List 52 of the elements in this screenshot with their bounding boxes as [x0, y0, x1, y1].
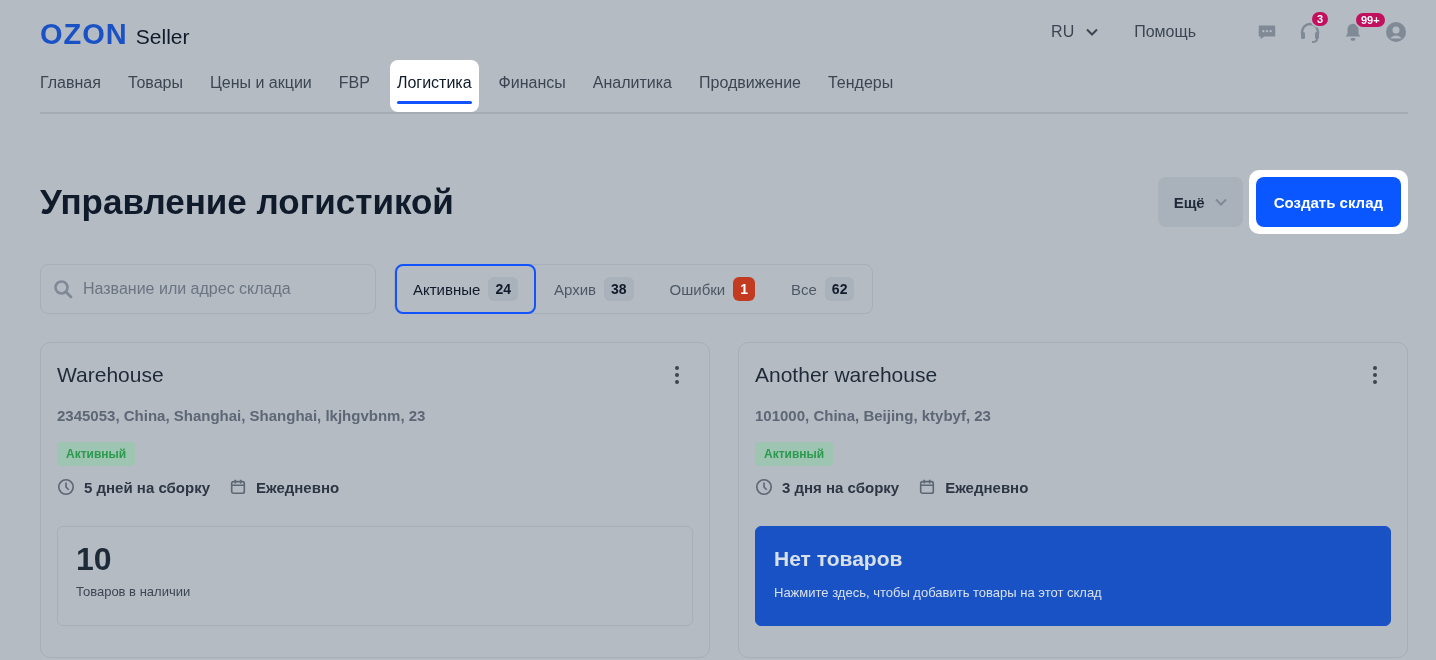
filter-tab[interactable]: Все 62: [773, 264, 873, 314]
stock-caption: Товаров в наличии: [76, 584, 192, 599]
warehouse-address: 2345053, China, Shanghai, Shanghai, lkjhgvbnm, 23: [57, 407, 427, 424]
logo[interactable]: OZON: [40, 17, 128, 51]
notification-badge: 3: [1310, 10, 1331, 28]
more-options-icon[interactable]: [675, 366, 679, 384]
schedule: Ежедневно: [256, 478, 340, 496]
status-tag: Активный: [755, 442, 834, 466]
add-products-banner[interactable]: Нет товаров Нажмите здесь, чтобы добавить товары на этот склад: [755, 526, 1391, 626]
chevron-down-icon: [1214, 198, 1227, 206]
schedule: Ежедневно: [945, 478, 1029, 496]
logo-subtitle: Seller: [135, 24, 190, 49]
nav-tab[interactable]: Продвижение: [692, 64, 808, 100]
nav-tab[interactable]: Цены и акции: [202, 64, 319, 100]
count-badge: 38: [604, 277, 634, 301]
create-warehouse-button[interactable]: Создать склад: [1255, 177, 1401, 227]
nav-tab[interactable]: Товары: [120, 64, 190, 100]
search-icon: [53, 279, 73, 299]
language-selector[interactable]: RU: [1051, 23, 1099, 41]
nav-tab[interactable]: Тендеры: [821, 64, 901, 100]
more-options-icon[interactable]: [1373, 366, 1377, 384]
warehouse-name: Another warehouse: [755, 363, 938, 387]
banner-title: Нет товаров: [774, 547, 904, 571]
nav-tab[interactable]: Логистика: [389, 60, 479, 112]
assembly-time: 3 дня на сборку: [782, 478, 900, 496]
page-title: Управление логистикой: [40, 182, 454, 222]
banner-hint: Нажмите здесь, чтобы добавить товары на этот склад: [774, 585, 1103, 600]
profile-icon[interactable]: [1384, 20, 1408, 44]
calendar-icon: [918, 478, 937, 496]
stock-count: 10: [76, 541, 113, 578]
filter-tab[interactable]: Ошибки 1: [651, 264, 773, 314]
status-tag: Активный: [57, 442, 136, 466]
clock-icon: [755, 478, 773, 496]
assembly-time: 5 дней на сборку: [84, 478, 210, 496]
chevron-down-icon: [1086, 28, 1099, 36]
nav-tab[interactable]: Аналитика: [585, 64, 679, 100]
warehouse-name: Warehouse: [57, 363, 164, 387]
nav-tab[interactable]: Главная: [40, 64, 108, 100]
clock-icon: [57, 478, 75, 496]
more-button[interactable]: Ещё: [1157, 177, 1243, 227]
count-badge: 24: [488, 277, 518, 301]
count-badge: 1: [733, 277, 755, 301]
search-field[interactable]: Название или адрес склада: [40, 264, 376, 314]
nav-tab[interactable]: Финансы: [491, 64, 573, 100]
filter-tab[interactable]: Активные 24: [395, 264, 536, 314]
notification-badge: 99+: [1354, 11, 1387, 29]
filter-tab[interactable]: Архив 38: [535, 264, 652, 314]
warehouse-address: 101000, China, Beijing, ktybyf, 23: [755, 407, 992, 424]
help-link[interactable]: Помощь: [1134, 23, 1196, 41]
calendar-icon: [229, 478, 247, 496]
nav-tab[interactable]: FBP: [331, 64, 377, 100]
count-badge: 62: [824, 277, 855, 301]
